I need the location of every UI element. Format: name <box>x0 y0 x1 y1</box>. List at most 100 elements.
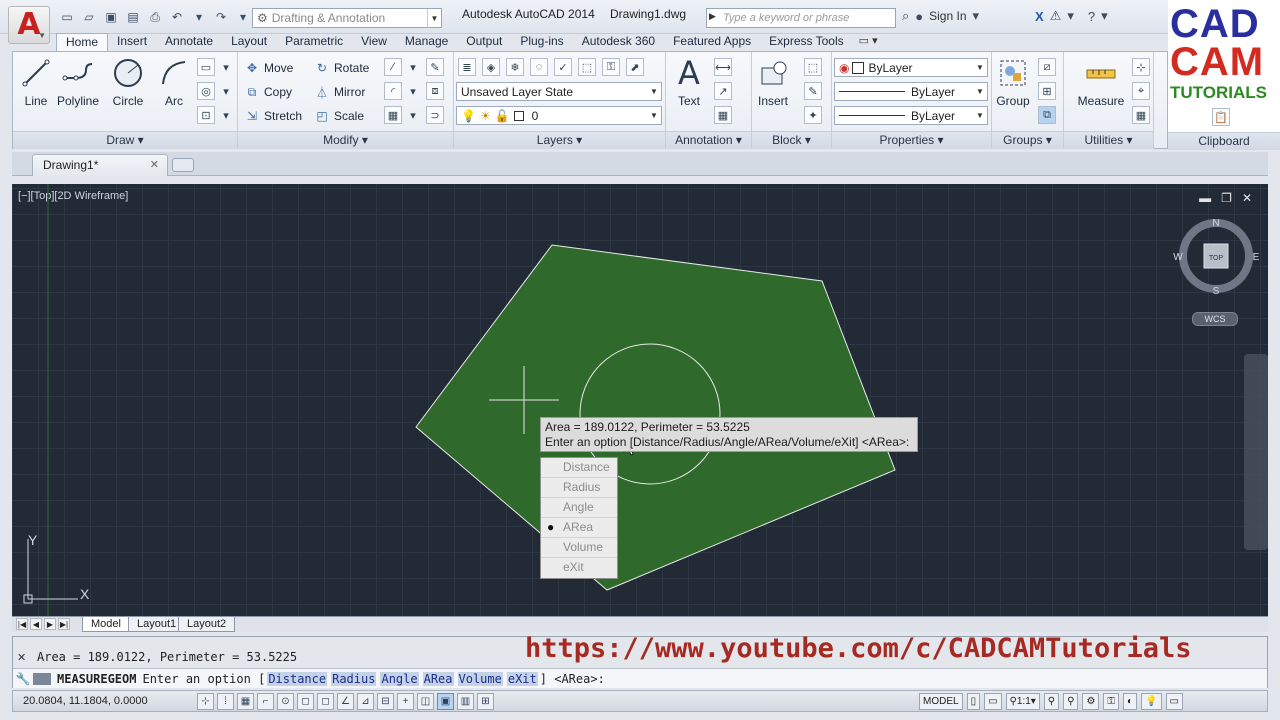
cmd-option-angle[interactable]: Angle <box>380 671 419 686</box>
clean-screen-icon[interactable]: ▭ <box>1165 693 1183 710</box>
open-folder-icon[interactable]: ▱ <box>80 8 98 26</box>
last-tab-icon[interactable]: ▶| <box>58 618 70 630</box>
tab-drawing1[interactable]: Drawing1* ✕ <box>32 154 168 176</box>
color-select[interactable]: ◉ ByLayer ▼ <box>834 58 988 77</box>
array-icon[interactable]: ▦ <box>384 106 402 124</box>
properties-panel-title[interactable]: Properties ▾ <box>832 131 991 149</box>
exchange-icon[interactable]: X <box>1035 9 1044 24</box>
tab-model[interactable]: Model <box>82 617 130 632</box>
search-input[interactable]: ▶ Type a keyword or phrase <box>706 8 896 28</box>
chevron-down-icon[interactable]: ▾ <box>217 58 235 76</box>
application-menu-button[interactable]: A ▼ <box>8 6 50 44</box>
group-edit-icon[interactable]: ⊞ <box>1038 82 1056 100</box>
quick-view-drawings-icon[interactable]: ▭ <box>984 693 1002 710</box>
plot-icon[interactable]: ⎙ <box>146 8 164 26</box>
quick-select-icon[interactable]: ⊹ <box>1132 58 1150 76</box>
option-area[interactable]: ● ARea <box>541 518 617 538</box>
lock-icon[interactable]: ⚿ <box>1103 693 1120 710</box>
draw-panel-title[interactable]: Draw ▾ <box>13 131 237 149</box>
arc-button[interactable]: Arc <box>153 56 195 108</box>
lineweight-icon[interactable]: + <box>397 693 414 710</box>
close-icon[interactable]: ✕ <box>17 651 26 664</box>
drawing-viewport[interactable]: [−][Top][2D Wireframe] ▬ ❐ ✕ TOP N S E W… <box>12 184 1268 616</box>
object-snap-tracking-icon[interactable]: ∠ <box>337 693 354 710</box>
clipboard-panel-title[interactable]: Clipboard <box>1168 132 1280 150</box>
customize-icon[interactable]: 🔧 <box>13 672 33 686</box>
copy-button[interactable]: ⧉ Copy <box>244 82 292 102</box>
selection-cycling-icon[interactable]: ▥ <box>457 693 474 710</box>
cmd-option-area[interactable]: ARea <box>422 671 454 686</box>
lineweight-select[interactable]: ByLayer ▼ <box>834 106 988 125</box>
tab-plug-ins[interactable]: Plug-ins <box>511 33 572 51</box>
option-distance[interactable]: Distance <box>541 458 617 478</box>
save-icon[interactable]: ▣ <box>102 8 120 26</box>
new-file-icon[interactable]: ▭ <box>58 8 76 26</box>
tab-view[interactable]: View <box>352 33 396 51</box>
scale-button[interactable]: ◰ Scale <box>314 106 364 126</box>
tab-autodesk-360[interactable]: Autodesk 360 <box>573 33 664 51</box>
rotate-button[interactable]: ↻ Rotate <box>314 58 369 78</box>
next-tab-icon[interactable]: ▶ <box>44 618 56 630</box>
chevron-down-icon[interactable]: ▾ <box>404 82 422 100</box>
stretch-button[interactable]: ⇲ Stretch <box>244 106 302 126</box>
annotation-panel-title[interactable]: Annotation ▾ <box>666 131 751 149</box>
layer-lock-icon[interactable]: ⚿ <box>602 58 620 76</box>
trim-icon[interactable]: ⁄ <box>384 58 402 76</box>
model-space-button[interactable]: MODEL <box>919 693 963 710</box>
erase-icon[interactable]: ✎ <box>426 58 444 76</box>
sign-in-link[interactable]: Sign In <box>929 9 966 23</box>
option-radius[interactable]: Radius <box>541 478 617 498</box>
measure-button[interactable]: Measure <box>1076 56 1126 108</box>
linetype-select[interactable]: ByLayer ▼ <box>834 82 988 101</box>
undo-icon[interactable]: ↶ <box>168 8 186 26</box>
layer-current-icon[interactable]: ⬚ <box>578 58 596 76</box>
layer-freeze-icon[interactable]: ❄ <box>506 58 524 76</box>
explode-icon[interactable]: ⧈ <box>426 82 444 100</box>
text-button[interactable]: A Text <box>668 54 710 108</box>
layer-state-select[interactable]: Unsaved Layer State ▼ <box>456 82 662 101</box>
chevron-down-icon[interactable]: ▾ <box>973 8 980 24</box>
prev-tab-icon[interactable]: ◀ <box>30 618 42 630</box>
auto-scale-icon[interactable]: ⚲ <box>1063 693 1079 710</box>
line-button[interactable]: Line <box>15 56 57 108</box>
binoculars-icon[interactable]: ⌕ <box>902 8 909 24</box>
move-button[interactable]: ✥ Move <box>244 58 293 78</box>
layers-panel-title[interactable]: Layers ▾ <box>454 131 665 149</box>
edit-block-icon[interactable]: ✎ <box>804 82 822 100</box>
offset-icon[interactable]: ⊃ <box>426 106 444 124</box>
modify-panel-title[interactable]: Modify ▾ <box>238 131 453 149</box>
layer-properties-icon[interactable]: ≣ <box>458 58 476 76</box>
layer-isolate-icon[interactable]: ◈ <box>482 58 500 76</box>
polar-tracking-icon[interactable]: ⊙ <box>277 693 294 710</box>
circle-button[interactable]: Circle <box>107 56 149 108</box>
command-line[interactable]: 🔧 MEASUREGEOM Enter an option [ Distance… <box>13 668 1267 688</box>
tab-annotate[interactable]: Annotate <box>156 33 222 51</box>
help-icon[interactable]: ? <box>1088 9 1095 24</box>
close-icon[interactable]: ✕ <box>150 155 159 175</box>
snap-mode-icon[interactable]: ⁞ <box>217 693 234 710</box>
viewcube[interactable]: TOP N S E W <box>1172 214 1262 304</box>
id-point-icon[interactable]: ⌖ <box>1132 82 1150 100</box>
chevron-down-icon[interactable]: ▾ <box>404 58 422 76</box>
workspace-select[interactable]: ⚙ Drafting & Annotation ▼ <box>252 8 442 28</box>
layer-walk-icon[interactable]: ⬈ <box>626 58 644 76</box>
hatch-icon[interactable]: ◎ <box>197 82 215 100</box>
save-as-icon[interactable]: ▤ <box>124 8 142 26</box>
tab-express-tools[interactable]: Express Tools <box>760 33 852 51</box>
mirror-button[interactable]: ⏃ Mirror <box>314 82 365 102</box>
group-button[interactable]: Group <box>992 56 1034 108</box>
wcs-menu[interactable]: WCS <box>1192 312 1238 326</box>
annotation-visibility-icon[interactable]: ⚲ <box>1043 693 1060 710</box>
chevron-down-icon[interactable]: ▾ <box>217 106 235 124</box>
infer-constraints-icon[interactable]: ⊹ <box>197 693 214 710</box>
group-selection-icon[interactable]: ⧉ <box>1038 106 1056 124</box>
transparency-icon[interactable]: ◫ <box>417 693 434 710</box>
tab-layout1[interactable]: Layout1 <box>128 617 186 632</box>
chevron-down-icon[interactable]: ▾ <box>1101 8 1108 24</box>
tab-output[interactable]: Output <box>457 33 511 51</box>
cmd-option-radius[interactable]: Radius <box>331 671 377 686</box>
ducs-icon[interactable]: ⊿ <box>357 693 374 710</box>
polyline-button[interactable]: Polyline <box>57 56 99 108</box>
option-angle[interactable]: Angle <box>541 498 617 518</box>
chevron-down-icon[interactable]: ▾ <box>1067 8 1074 24</box>
